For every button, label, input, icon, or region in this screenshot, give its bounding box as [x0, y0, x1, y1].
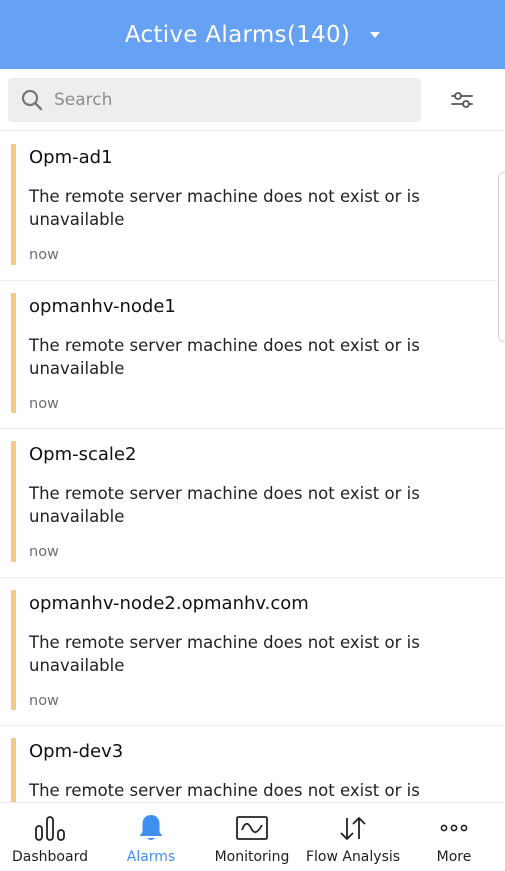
- alarm-list-item[interactable]: Opm-dev3 The remote server machine does …: [0, 726, 505, 802]
- scrollbar-thumb[interactable]: [498, 172, 505, 342]
- severity-indicator: [11, 144, 16, 265]
- more-icon: [440, 824, 468, 832]
- severity-indicator: [11, 292, 16, 413]
- alarm-message: The remote server machine does not exist…: [29, 187, 420, 229]
- alarm-time: now: [29, 247, 59, 263]
- page-title: Active Alarms(140): [124, 21, 351, 48]
- alarm-message: The remote server machine does not exist…: [29, 632, 420, 675]
- alarm-device-name: Opm-dev3: [29, 741, 124, 762]
- dashboard-icon: [35, 816, 65, 841]
- app-header: Active Alarms(140): [0, 0, 505, 69]
- bottom-navigation: Dashboard Alarms Monitoring Flow Analysi…: [0, 802, 505, 871]
- alarm-list-item[interactable]: Opm-scale2 The remote server machine doe…: [0, 429, 505, 578]
- search-bar: [0, 69, 505, 131]
- monitoring-icon: [236, 816, 268, 840]
- alarm-time: now: [29, 395, 59, 412]
- nav-item-alarms[interactable]: Alarms: [101, 803, 201, 871]
- alarm-list-item[interactable]: opmanhv-node1 The remote server machine …: [0, 280, 505, 429]
- alarm-device-name: opmanhv-node1: [29, 295, 176, 317]
- alarm-device-name: Opm-ad1: [29, 147, 113, 168]
- severity-indicator: [11, 441, 16, 562]
- alarm-device-name: opmanhv-node2.opmanhv.com: [29, 592, 309, 614]
- chevron-down-icon: [370, 31, 381, 38]
- nav-label-more: More: [436, 849, 472, 865]
- alarm-list: Opm-ad1 The remote server machine does n…: [0, 132, 505, 802]
- nav-item-flow-analysis[interactable]: Flow Analysis: [300, 803, 406, 871]
- search-icon: [21, 89, 43, 111]
- filter-button[interactable]: [446, 87, 478, 113]
- search-input[interactable]: [54, 90, 394, 110]
- search-box[interactable]: [8, 78, 421, 122]
- nav-item-dashboard[interactable]: Dashboard: [0, 803, 100, 871]
- alarm-message: The remote server machine does not exist…: [29, 335, 420, 378]
- nav-item-more[interactable]: More: [408, 803, 500, 871]
- nav-item-monitoring[interactable]: Monitoring: [202, 803, 302, 871]
- bell-icon: [139, 815, 163, 840]
- alarm-time: now: [29, 692, 59, 709]
- alarm-filter-dropdown[interactable]: Active Alarms(140): [124, 21, 381, 48]
- nav-label-alarms: Alarms: [126, 849, 176, 865]
- severity-indicator: [11, 738, 16, 802]
- alarm-device-name: Opm-scale2: [29, 444, 137, 465]
- alarm-message: The remote server machine does not exist…: [29, 484, 420, 526]
- alarm-time: now: [29, 544, 59, 560]
- alarm-list-item[interactable]: Opm-ad1 The remote server machine does n…: [0, 132, 505, 281]
- alarm-message: The remote server machine does not exist…: [29, 781, 420, 800]
- alarm-list-item[interactable]: opmanhv-node2.opmanhv.com The remote ser…: [0, 577, 505, 726]
- severity-indicator: [11, 589, 16, 710]
- nav-label-flow-analysis: Flow Analysis: [305, 849, 401, 865]
- nav-label-dashboard: Dashboard: [12, 849, 88, 865]
- flow-analysis-icon: [340, 817, 366, 840]
- nav-label-monitoring: Monitoring: [214, 849, 290, 865]
- sliders-icon: [451, 92, 473, 108]
